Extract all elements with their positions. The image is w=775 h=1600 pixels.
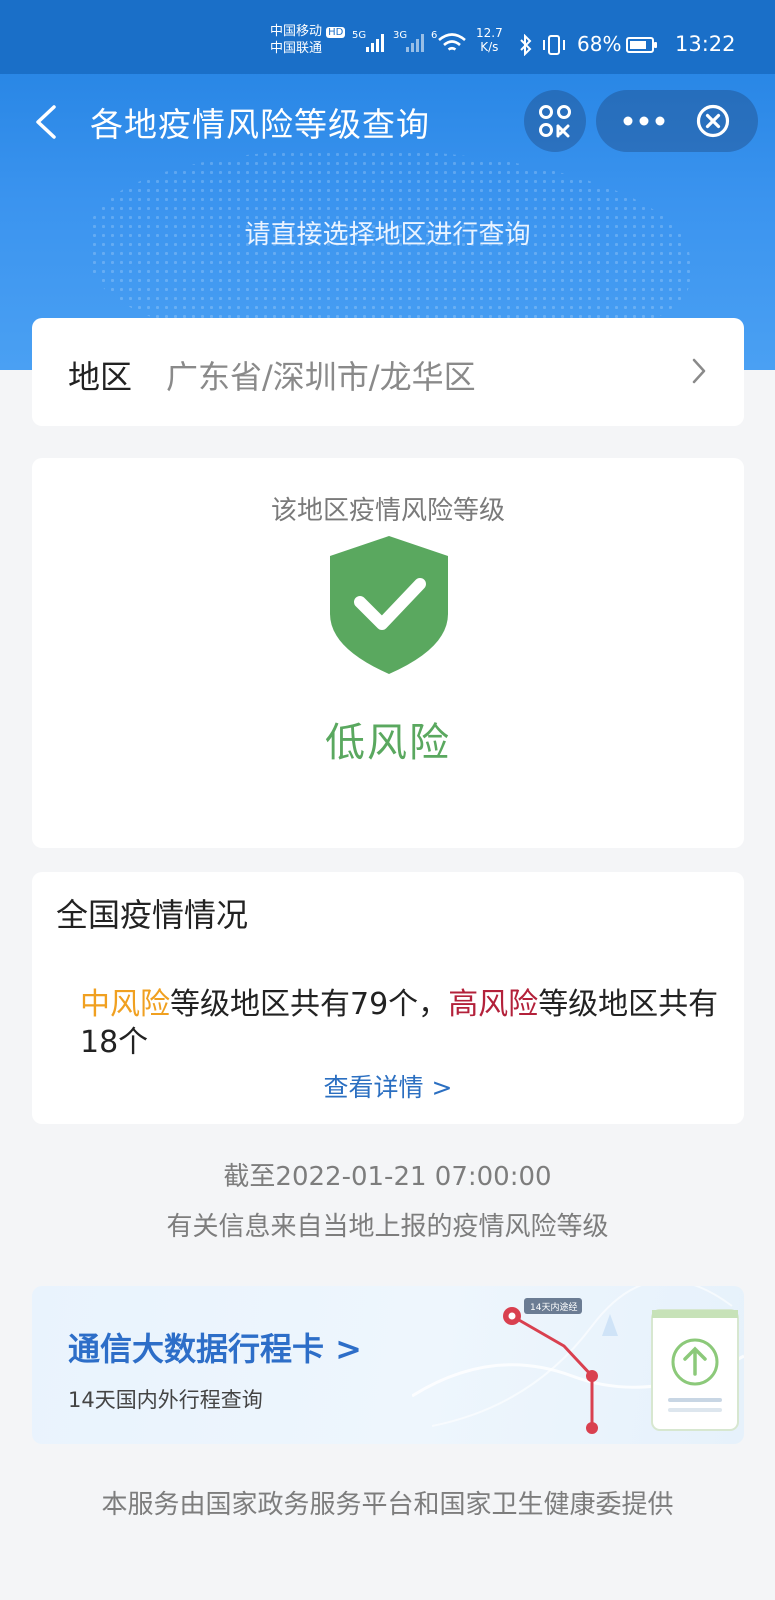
- page-subtitle: 请直接选择地区进行查询: [244, 220, 531, 250]
- itinerary-subtitle: 14天国内外行程查询: [68, 1388, 263, 1412]
- battery-percent: 68%: [577, 32, 622, 56]
- close-icon[interactable]: [696, 104, 730, 138]
- region-label: 地区: [68, 358, 133, 396]
- wifi-icon: [438, 33, 466, 51]
- page-title: 各地疫情风险等级查询: [90, 105, 430, 144]
- speed-value: 12.7: [476, 26, 503, 40]
- speed-unit: K/s: [480, 40, 499, 54]
- battery-icon: [626, 37, 657, 53]
- carrier-2: 中国联通: [270, 41, 323, 56]
- scan-button[interactable]: [524, 90, 586, 152]
- signal-3g-label: 3G: [393, 30, 408, 41]
- route-map-illustration: 14天内途经: [412, 1286, 744, 1434]
- status-bar: 中国移动 HD 中国联通 5G 3G 6 12.7 K/s 68% 13:22: [0, 0, 775, 74]
- more-icon[interactable]: [614, 108, 674, 134]
- network-speed: 12.7 K/s: [476, 26, 503, 54]
- vibrate-icon: [543, 35, 565, 55]
- scan-icon: [539, 105, 571, 138]
- region-selector[interactable]: 地区 广东省/深圳市/龙华区: [32, 318, 744, 426]
- medium-risk-count: 等级地区共有79个，: [170, 987, 449, 1022]
- high-risk-label: 高风险: [448, 987, 539, 1022]
- title-bar: 各地疫情风险等级查询: [0, 74, 775, 164]
- source-note: 有关信息来自当地上报的疫情风险等级: [166, 1212, 609, 1242]
- medium-risk-label: 中风险: [80, 987, 170, 1022]
- carrier-1: 中国移动: [270, 24, 323, 39]
- menu-capsule: [596, 90, 758, 152]
- risk-caption: 该地区疫情风险等级: [270, 496, 505, 526]
- chevron-right-icon: [692, 358, 706, 384]
- clock: 13:22: [675, 32, 736, 56]
- view-details-link[interactable]: 查看详情 >: [32, 1068, 744, 1104]
- risk-level-card: 该地区疫情风险等级 低风险: [32, 458, 744, 848]
- itinerary-card-banner[interactable]: 通信大数据行程卡 > 14天国内外行程查询 14天内途经: [32, 1286, 744, 1444]
- risk-level-text: 低风险: [325, 720, 451, 766]
- signal-bars-1-icon: [366, 34, 384, 52]
- national-title: 全国疫情情况: [56, 896, 249, 934]
- national-status-card: 全国疫情情况 中风险等级地区共有79个，高风险等级地区共有18个 查看详情 >: [32, 872, 744, 1124]
- shield-check-icon: [330, 536, 448, 674]
- national-summary: 中风险等级地区共有79个，高风险等级地区共有18个: [80, 986, 720, 1062]
- itinerary-title: 通信大数据行程卡 >: [68, 1330, 362, 1368]
- hd-badge: HD: [326, 27, 346, 38]
- carrier-info: 中国移动 HD 中国联通: [270, 24, 346, 57]
- region-value: 广东省/深圳市/龙华区: [166, 358, 476, 396]
- footer-provider-note: 本服务由国家政务服务平台和国家卫生健康委提供: [101, 1490, 674, 1520]
- timestamp: 截至2022-01-21 07:00:00: [223, 1162, 552, 1192]
- signal-bars-2-icon: [406, 34, 424, 52]
- route-tag-text: 14天内途经: [530, 1301, 577, 1313]
- signal-5g-label: 5G: [352, 30, 367, 41]
- bluetooth-icon: [520, 34, 532, 56]
- back-icon[interactable]: [32, 104, 62, 140]
